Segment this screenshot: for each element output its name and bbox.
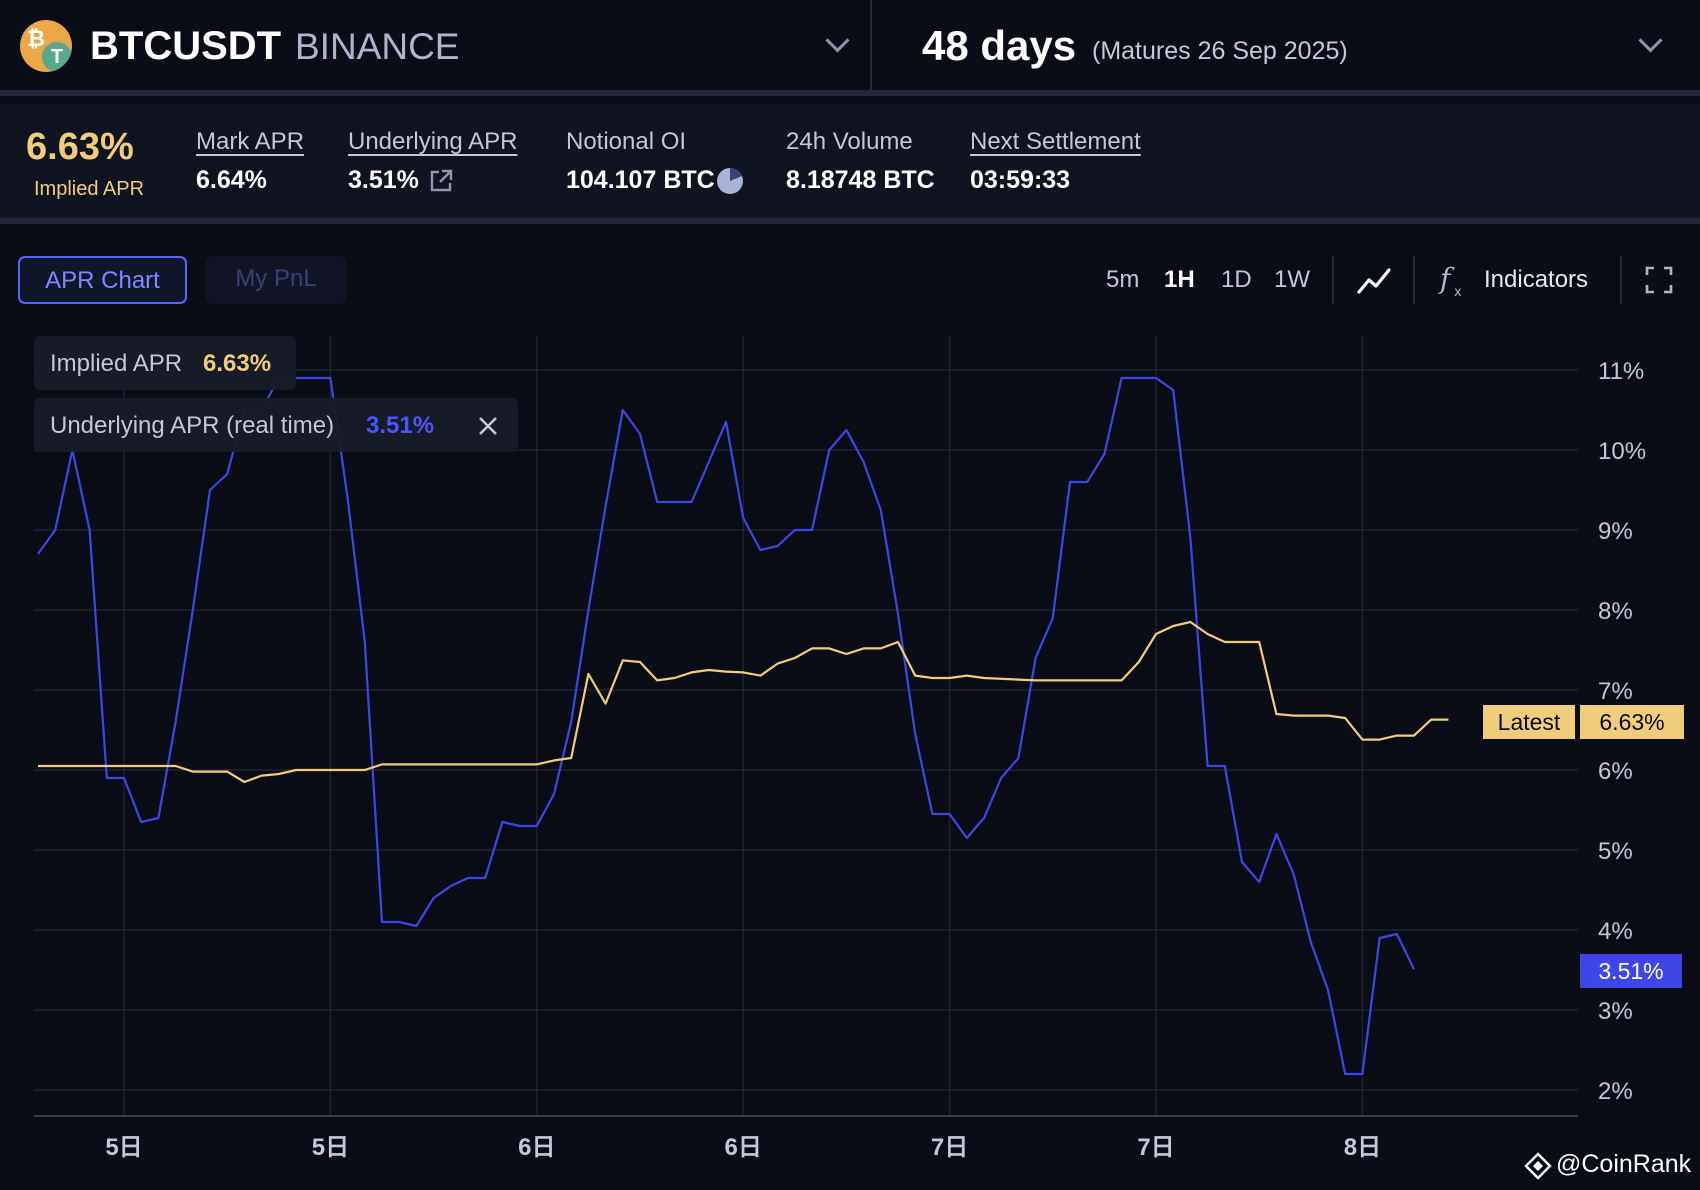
legend-implied-label: Implied APR xyxy=(50,350,183,377)
y-tick-label: 10% xyxy=(1598,438,1646,465)
legend-underlying-value: 3.51% xyxy=(366,412,435,439)
x-tick-label: 7日 xyxy=(931,1134,968,1161)
watermark-text: @CoinRank xyxy=(1556,1150,1692,1178)
latest-tag-label: Latest xyxy=(1483,705,1575,739)
x-tick-label: 8日 xyxy=(1344,1134,1381,1161)
y-tick-label: 5% xyxy=(1598,838,1633,865)
underlying-apr-line xyxy=(37,376,1415,1076)
y-tick-label: 3% xyxy=(1598,998,1633,1025)
y-tick-label: 11% xyxy=(1598,358,1644,385)
x-tick-label: 5日 xyxy=(105,1134,142,1161)
close-icon[interactable] xyxy=(474,412,502,440)
x-tick-label: 6日 xyxy=(518,1134,555,1161)
y-tick-label: 9% xyxy=(1598,518,1633,545)
x-tick-label: 7日 xyxy=(1137,1134,1174,1161)
x-tick-label: 5日 xyxy=(312,1134,349,1161)
underlying-tag-value: 3.51% xyxy=(1580,954,1682,988)
legend-implied-value: 6.63% xyxy=(203,350,272,377)
y-tick-label: 2% xyxy=(1598,1078,1633,1105)
coinrank-logo-icon xyxy=(1524,1152,1552,1180)
y-tick-label: 7% xyxy=(1598,678,1633,705)
y-tick-label: 4% xyxy=(1598,918,1633,945)
legend-underlying-label: Underlying APR (real time) xyxy=(50,412,335,439)
apr-chart[interactable]: 2% 3% 4% 5% 6% 7% 8% 9% 10% 11% 5日 5日 6日 6日 7日 7日 8日 xyxy=(0,0,1700,1190)
x-tick-label: 6日 xyxy=(725,1134,762,1161)
latest-tag-value: 6.63% xyxy=(1580,705,1684,739)
y-tick-label: 8% xyxy=(1598,598,1633,625)
y-tick-label: 6% xyxy=(1598,758,1633,785)
